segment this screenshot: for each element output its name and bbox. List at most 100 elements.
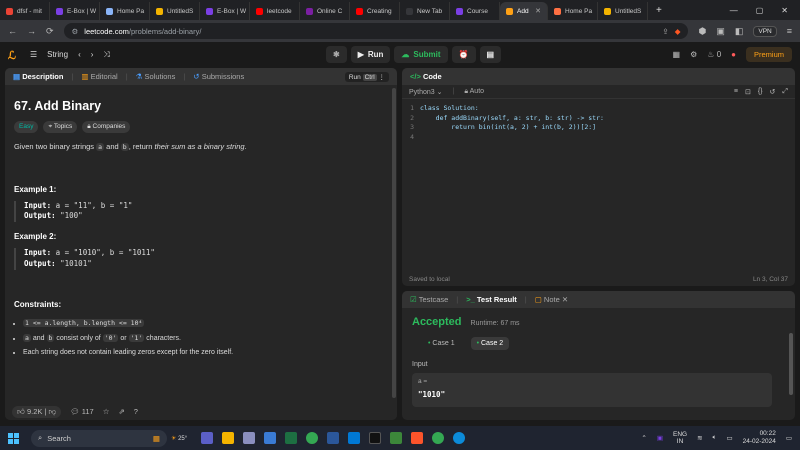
browser-tab[interactable]: UntitledS xyxy=(598,2,648,20)
code-tab[interactable]: </> Code xyxy=(410,72,442,81)
browser-tab[interactable]: Add ✕ xyxy=(500,2,548,20)
volume-icon[interactable]: 🔈︎ xyxy=(713,434,717,442)
browser-tab[interactable]: E-Box | W xyxy=(50,2,100,20)
browser-tab[interactable]: Creating xyxy=(350,2,400,20)
description-scrollbar[interactable] xyxy=(392,88,396,398)
tab-note-label: Note xyxy=(543,295,560,304)
braces-icon[interactable]: {} xyxy=(758,88,763,96)
wallet-icon[interactable]: ◧ xyxy=(735,26,744,37)
tab-description[interactable]: ▤ Description xyxy=(13,72,63,81)
reset-icon[interactable]: ↺ xyxy=(770,88,776,96)
prev-problem-icon[interactable]: ‹ xyxy=(78,50,81,59)
browser-tab[interactable]: Online C xyxy=(300,2,350,20)
fullscreen-icon[interactable]: ⤢ xyxy=(782,88,788,96)
timer-button[interactable]: ⏰ xyxy=(451,46,476,63)
browser-tab[interactable]: Course xyxy=(450,2,500,20)
language-select[interactable]: Python3 ⌄ xyxy=(409,88,443,96)
share-icon[interactable]: ⇗ xyxy=(118,407,124,416)
star-icon[interactable]: ☆ xyxy=(103,407,110,416)
topics-button[interactable]: ⌖ Topics xyxy=(43,121,78,133)
clock[interactable]: 00:22 24-02-2024 xyxy=(743,430,776,446)
minimize-icon[interactable]: — xyxy=(730,6,738,15)
menu-icon[interactable]: ≡ xyxy=(787,26,792,36)
brave-shield-icon[interactable]: ◆ xyxy=(675,27,681,36)
brave-icon[interactable] xyxy=(411,432,424,444)
teams-icon[interactable] xyxy=(201,432,214,444)
bookmark-icon[interactable]: ⊡ xyxy=(745,88,751,96)
browser-tab[interactable]: UntitledS xyxy=(150,2,200,20)
close-tab-icon[interactable]: ✕ xyxy=(535,7,541,15)
forward-icon[interactable]: → xyxy=(27,26,36,36)
case-1-tab[interactable]: • Case 1 xyxy=(422,337,461,350)
chrome-icon[interactable] xyxy=(432,432,445,444)
streak-counter[interactable]: ♨ 0 xyxy=(707,50,721,59)
sidebar-icon[interactable]: ▣ xyxy=(716,26,725,37)
chrome-green-icon[interactable] xyxy=(306,432,319,444)
comments-button[interactable]: 💬︎ 117 xyxy=(70,407,94,416)
premium-button[interactable]: Premium xyxy=(745,47,792,62)
site-info-icon[interactable]: ⚙ xyxy=(72,27,79,36)
vpn-button[interactable]: VPN xyxy=(753,25,777,37)
problem-list-label[interactable]: String xyxy=(47,50,68,59)
submit-button[interactable]: ☁ Submit xyxy=(394,46,448,63)
back-icon[interactable]: ← xyxy=(8,26,17,36)
browser-tab[interactable]: New Tab xyxy=(400,2,450,20)
extensions-icon[interactable]: ⬢ xyxy=(698,26,706,37)
tab-note[interactable]: ▢ Note ✕ xyxy=(535,295,568,304)
widget-icon[interactable] xyxy=(243,432,256,444)
terminal-app-icon[interactable] xyxy=(369,432,382,444)
weather-widget[interactable]: ☀ 25° xyxy=(171,435,187,442)
node-icon[interactable] xyxy=(390,432,403,444)
vscode-icon[interactable] xyxy=(348,432,361,444)
next-problem-icon[interactable]: › xyxy=(91,50,94,59)
maximize-icon[interactable]: ▢ xyxy=(756,6,764,15)
file-explorer-icon[interactable] xyxy=(222,432,235,444)
format-icon[interactable]: ≡ xyxy=(734,88,738,96)
run-button[interactable]: ▶ Run xyxy=(350,46,391,63)
browser-tab[interactable]: Home Pa xyxy=(100,2,150,20)
share-icon[interactable]: ⇪ xyxy=(662,27,668,36)
store-icon[interactable] xyxy=(264,432,277,444)
layout-icon[interactable]: ▦ xyxy=(673,50,681,59)
tab-test-result[interactable]: >_ Test Result xyxy=(466,295,517,304)
notes-button[interactable]: ▤ xyxy=(479,46,502,63)
tab-editorial[interactable]: ▥ Editorial xyxy=(81,72,117,81)
problem-list-icon[interactable]: ☰ xyxy=(30,50,37,59)
excel-icon[interactable] xyxy=(285,432,298,444)
avatar[interactable]: ● xyxy=(731,50,736,59)
word-icon[interactable] xyxy=(327,432,340,444)
browser-tab[interactable]: dfsf - mit xyxy=(0,2,50,20)
language-indicator[interactable]: ENG IN xyxy=(673,431,687,445)
help-icon[interactable]: ? xyxy=(134,407,138,416)
tab-submissions[interactable]: ↺ Submissions xyxy=(193,72,244,81)
tab-solutions[interactable]: ⚗ Solutions xyxy=(136,72,176,81)
settings-icon[interactable]: ⚙ xyxy=(690,50,697,59)
code-editor[interactable]: 1 class Solution: 2 def addBinary(self, a:… xyxy=(402,99,795,142)
new-tab-button[interactable]: + xyxy=(648,5,670,16)
edge-icon[interactable] xyxy=(453,432,466,444)
reload-icon[interactable]: ⟳ xyxy=(46,26,54,37)
tray-chevron-icon[interactable]: ⌃ xyxy=(641,434,646,442)
notification-icon[interactable]: ▭ xyxy=(786,434,792,442)
debug-button[interactable]: ✱ xyxy=(326,46,347,63)
close-window-icon[interactable]: ✕ xyxy=(781,6,788,15)
run-shortcut-button[interactable]: Run Ctrl ⋮ xyxy=(344,71,389,82)
battery-icon[interactable]: ▭ xyxy=(726,434,732,442)
tray-app-icon[interactable]: ▣ xyxy=(657,434,663,442)
like-button[interactable]: 👍︎ 9.2K | 👎︎ xyxy=(12,405,62,418)
shuffle-icon[interactable]: ⤨ xyxy=(103,50,109,60)
url-bar[interactable]: ⚙ leetcode.com/problems/add-binary/ ⇪ ◆ xyxy=(63,23,689,39)
case-2-tab[interactable]: • Case 2 xyxy=(470,337,510,350)
browser-tab[interactable]: leetcode xyxy=(250,2,300,20)
auto-toggle[interactable]: 🔒︎ Auto xyxy=(464,88,484,96)
taskbar-search[interactable]: ⌕ Search ▦ xyxy=(31,429,167,447)
wifi-icon[interactable]: ≋ xyxy=(697,434,702,442)
browser-tab[interactable]: Home Pa xyxy=(548,2,598,20)
close-icon[interactable]: ✕ xyxy=(562,295,568,304)
companies-button[interactable]: 🔒︎ Companies xyxy=(82,121,131,133)
result-scrollbar[interactable] xyxy=(789,333,793,395)
tab-testcase[interactable]: ☑ Testcase xyxy=(410,295,448,304)
browser-tab[interactable]: E-Box | W xyxy=(200,2,250,20)
windows-start-icon[interactable] xyxy=(8,432,19,444)
leetcode-logo-icon[interactable]: ℒ xyxy=(8,49,20,62)
